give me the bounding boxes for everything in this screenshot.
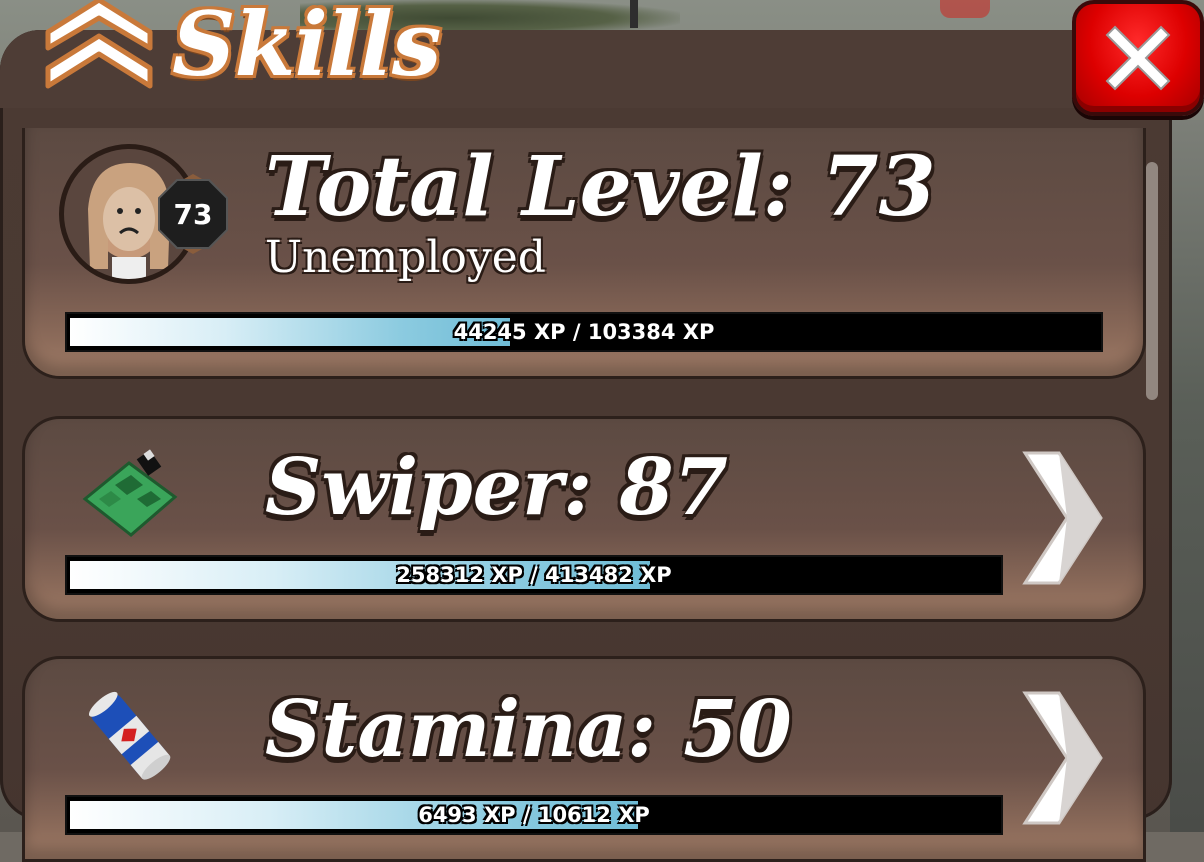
swiper-heading: Swiper: 87: [265, 442, 728, 533]
background-pole: [630, 0, 638, 28]
chevron-right-icon[interactable]: [1019, 451, 1105, 585]
double-chevron-up-icon: [44, 0, 154, 92]
background-street: [1170, 120, 1204, 832]
level-badge-number: 73: [173, 198, 213, 231]
level-badge: 73: [153, 174, 233, 254]
skills-panel: 73 Total Level: 73 Unemployed 44245 XP /…: [0, 30, 1172, 862]
skill-card-swiper[interactable]: Swiper: 87 258312 XP / 413482 XP: [22, 416, 1146, 622]
swiper-xp-bar: 258312 XP / 413482 XP: [65, 555, 1003, 595]
skills-title: Skills: [172, 0, 441, 96]
panel-title: Skills: [44, 0, 441, 96]
stamina-xp-text: 6493 XP / 10612 XP: [418, 803, 650, 827]
close-button[interactable]: [1072, 0, 1204, 116]
energy-can-icon: [88, 691, 171, 780]
circuit-board-icon: [82, 449, 178, 537]
total-level-heading: Total Level: 73: [265, 139, 936, 235]
chevron-right-icon[interactable]: [1019, 691, 1105, 825]
background-car: [940, 0, 990, 18]
job-title: Unemployed: [265, 232, 546, 283]
total-level-card: 73 Total Level: 73 Unemployed 44245 XP /…: [22, 128, 1146, 379]
total-xp-text: 44245 XP / 103384 XP: [453, 320, 715, 344]
swiper-xp-text: 258312 XP / 413482 XP: [396, 563, 672, 587]
scrollbar[interactable]: [1146, 162, 1158, 400]
skill-card-stamina[interactable]: Stamina: 50 6493 XP / 10612 XP: [22, 656, 1146, 862]
close-x-icon: [1105, 25, 1171, 91]
stamina-heading: Stamina: 50: [265, 684, 792, 775]
stamina-xp-bar: 6493 XP / 10612 XP: [65, 795, 1003, 835]
total-xp-bar: 44245 XP / 103384 XP: [65, 312, 1103, 352]
